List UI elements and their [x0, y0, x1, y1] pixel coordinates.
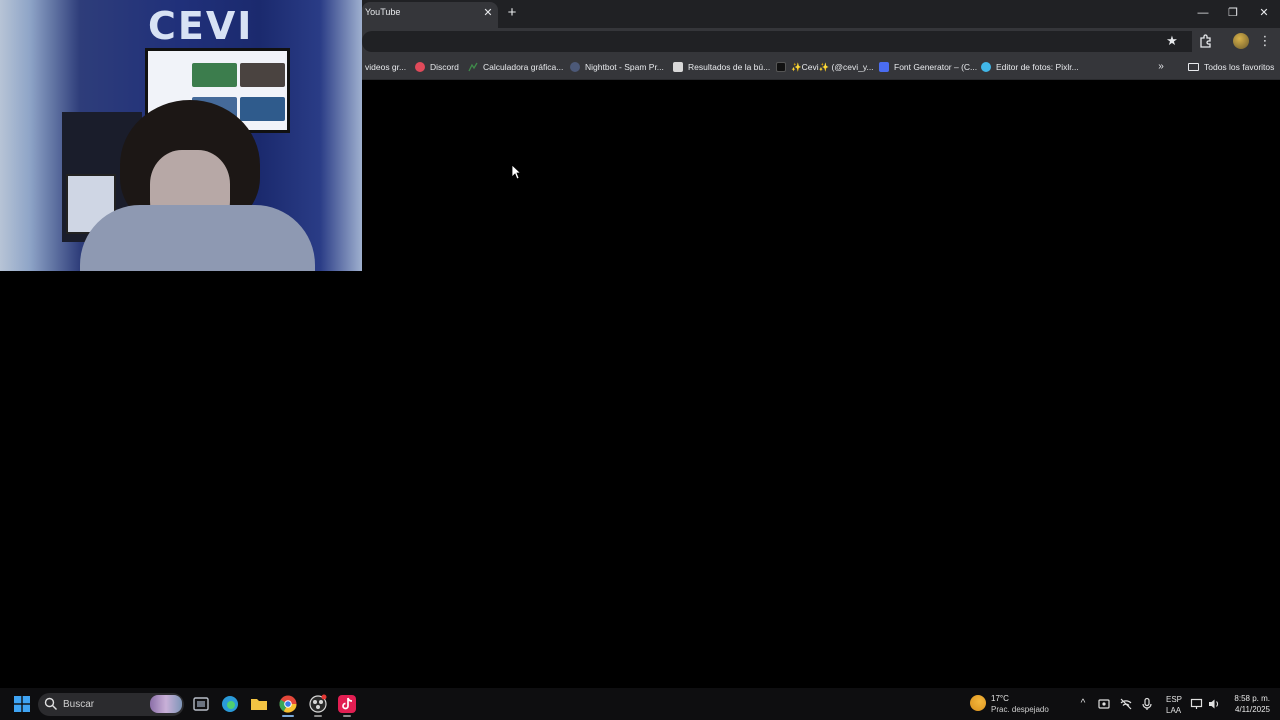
new-tab-button[interactable]: + [504, 4, 520, 22]
input-language-layout[interactable]: LAA [1166, 706, 1181, 715]
bookmark-item[interactable]: Resultados de la bú... [673, 60, 770, 74]
search-icon [44, 697, 58, 711]
nightbot-icon [570, 62, 580, 72]
bookmark-label: videos gr... [365, 62, 407, 72]
display-network-icon[interactable] [1190, 697, 1204, 711]
bookmark-star-icon[interactable]: ★ [1164, 33, 1180, 49]
clock-time[interactable]: 8:58 p. m. [1226, 694, 1270, 703]
tiktok-running-indicator [343, 715, 351, 717]
weather-condition[interactable]: Prac. despejado [991, 705, 1049, 714]
webcam-overlay: CEVI [0, 0, 362, 271]
tray-app-icon[interactable] [1097, 697, 1111, 711]
windows-start-icon[interactable] [14, 696, 30, 712]
volume-icon[interactable] [1207, 697, 1221, 711]
tab-title: YouTube [365, 7, 401, 17]
desmos-icon [468, 62, 478, 72]
bookmark-label: Font Generator – (C... [894, 62, 978, 72]
weather-partly-clear-icon[interactable] [970, 695, 986, 711]
clock-date[interactable]: 4/11/2025 [1222, 705, 1270, 714]
close-window-button[interactable]: ✕ [1254, 4, 1274, 22]
desktop-screen: YouTube ✕ + — ❐ ✕ ★ ⋮ videos gr... Disco… [0, 0, 1280, 720]
obs-icon[interactable] [308, 694, 328, 714]
bookmark-label: Calculadora gráfica... [483, 62, 564, 72]
webcam-sign-text: CEVI [148, 4, 254, 48]
task-view-icon[interactable] [191, 694, 211, 714]
mouse-cursor-icon [511, 164, 522, 180]
extensions-puzzle-icon[interactable] [1198, 33, 1214, 49]
discord-icon [415, 62, 425, 72]
close-tab-icon[interactable]: ✕ [482, 6, 494, 20]
bookmark-label: Discord [430, 62, 459, 72]
bookmarks-overflow-icon[interactable]: » [1154, 60, 1168, 74]
input-language-code[interactable]: ESP [1166, 695, 1182, 704]
document-icon [673, 62, 683, 72]
edge-icon[interactable] [220, 694, 240, 714]
weather-temperature[interactable]: 17°C [991, 694, 1009, 703]
bookmark-item[interactable]: Calculadora gráfica... [468, 60, 563, 74]
obs-running-indicator [314, 715, 322, 717]
bookmark-item[interactable]: Nightbot - Spam Pr... [570, 60, 664, 74]
bookmark-label: Resultados de la bú... [688, 62, 771, 72]
bookmark-label: Nightbot - Spam Pr... [585, 62, 664, 72]
search-highlight-art [150, 695, 182, 713]
bookmark-label: ✨Cevi✨ (@cevi_y... [791, 61, 874, 72]
bookmark-item[interactable]: Editor de fotos: Pixlr... [981, 60, 1079, 74]
webcam-person-shirt [80, 205, 315, 271]
microphone-icon[interactable] [1140, 697, 1154, 711]
tray-overflow-chevron-icon[interactable]: ^ [1076, 697, 1090, 711]
search-placeholder: Buscar [63, 699, 95, 710]
folder-icon [1188, 63, 1199, 71]
bookmark-label: Editor de fotos: Pixlr... [996, 62, 1079, 72]
file-explorer-icon[interactable] [249, 694, 269, 714]
minimize-window-button[interactable]: — [1193, 4, 1213, 22]
font-generator-icon [879, 62, 889, 72]
all-bookmarks-label: Todos los favoritos [1204, 62, 1275, 72]
all-bookmarks-button[interactable]: Todos los favoritos [1188, 60, 1274, 74]
network-status-icon[interactable] [1119, 697, 1133, 711]
profile-avatar-icon[interactable] [1233, 33, 1249, 49]
address-bar[interactable] [362, 31, 1192, 52]
bookmark-item[interactable]: ✨Cevi✨ (@cevi_y... [776, 60, 874, 74]
pixlr-icon [981, 62, 991, 72]
bookmark-item[interactable]: Discord [415, 60, 459, 74]
bookmark-item[interactable]: Font Generator – (C... [879, 60, 977, 74]
chrome-icon[interactable] [278, 694, 298, 714]
restore-window-button[interactable]: ❐ [1223, 4, 1243, 22]
tiktok-icon[interactable] [337, 694, 357, 714]
bookmark-item[interactable]: videos gr... [365, 60, 406, 74]
chrome-active-indicator [282, 715, 294, 717]
tiktok-icon [776, 62, 786, 72]
browser-menu-icon[interactable]: ⋮ [1258, 33, 1272, 49]
